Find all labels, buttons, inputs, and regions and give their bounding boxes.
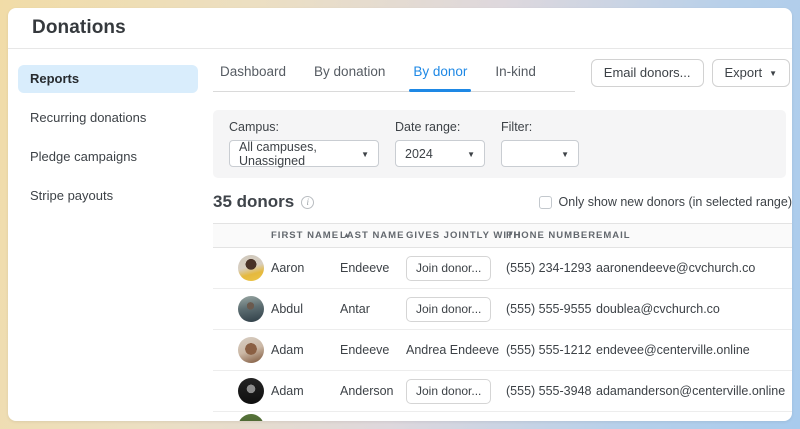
- table-row: Adam Anderson Join donor... (555) 555-39…: [213, 371, 792, 412]
- date-range-label: Date range:: [395, 120, 461, 134]
- table-row: Adam Endeeve Andrea Endeeve (555) 555-12…: [213, 330, 792, 371]
- email-cell: endevee@centerville.online: [596, 343, 750, 357]
- sidebar-item-reports[interactable]: Reports: [18, 65, 198, 93]
- header-last-name[interactable]: Last name: [340, 230, 406, 241]
- email-donors-button[interactable]: Email donors...: [590, 59, 704, 87]
- donor-count: 35 donors: [213, 192, 295, 211]
- tab-by-donation[interactable]: By donation: [312, 57, 387, 91]
- email-cell: aaronendeeve@cvchurch.co: [596, 261, 756, 275]
- sidebar-item-stripe-payouts[interactable]: Stripe payouts: [18, 182, 198, 210]
- campus-select[interactable]: All campuses, Unassigned ▼: [229, 139, 379, 168]
- header-gives-jointly-with[interactable]: Gives jointly with: [406, 230, 521, 241]
- phone-cell: (555) 555-9555: [506, 302, 592, 316]
- filter-select[interactable]: ▼: [501, 140, 579, 167]
- table-row: Abdul Antar Join donor... (555) 555-9555…: [213, 289, 792, 330]
- tab-bar: Dashboard By donation By donor In-kind: [213, 57, 575, 92]
- avatar[interactable]: [238, 337, 264, 363]
- phone-cell: (555) 555-1212: [506, 343, 592, 357]
- page-background: Donations Reports Recurring donations Pl…: [0, 0, 800, 429]
- first-name-cell: Aaron: [271, 261, 305, 275]
- campus-select-value: All campuses, Unassigned: [239, 139, 317, 168]
- filter-bar: Campus: All campuses, Unassigned ▼ Date …: [213, 110, 786, 178]
- date-range-select[interactable]: 2024 ▼: [395, 140, 485, 167]
- only-new-donors-label[interactable]: Only show new donors (in selected range): [538, 195, 792, 209]
- info-icon[interactable]: i: [301, 195, 315, 209]
- header-phone-number[interactable]: Phone number: [506, 230, 596, 241]
- card-body: Reports Recurring donations Pledge campa…: [8, 49, 792, 421]
- last-name-cell: Endeeve: [340, 343, 390, 357]
- joint-donor-link[interactable]: Andrea Endeeve: [406, 343, 500, 357]
- only-new-donors-checkbox[interactable]: [538, 195, 552, 209]
- last-name-cell: Endeeve: [340, 261, 390, 275]
- chevron-down-icon: ▼: [361, 150, 369, 159]
- phone-cell: (555) 234-1293: [506, 261, 592, 275]
- date-range-select-value: 2024: [405, 146, 433, 161]
- header-email[interactable]: Email: [596, 230, 792, 241]
- only-new-donors-text: Only show new donors (in selected range): [558, 195, 792, 209]
- summary-row: 35 donors i Only show new donors (in sel…: [213, 192, 792, 212]
- toolbar: Email donors... Export ▼: [590, 57, 792, 92]
- card-header: Donations: [8, 8, 792, 49]
- sidebar-item-pledge-campaigns[interactable]: Pledge campaigns: [18, 143, 198, 171]
- join-donor-button[interactable]: Join donor...: [406, 255, 492, 281]
- header-first-name[interactable]: First name ▲: [271, 230, 350, 241]
- page-title: Donations: [32, 17, 126, 38]
- chevron-down-icon: ▼: [769, 69, 777, 78]
- date-range-filter-group: Date range: 2024 ▼: [395, 120, 485, 167]
- filter-filter-group: Filter: ▼: [501, 120, 579, 167]
- sidebar: Reports Recurring donations Pledge campa…: [8, 49, 205, 421]
- avatar[interactable]: [238, 414, 264, 421]
- avatar[interactable]: [238, 378, 264, 404]
- main-content: Dashboard By donation By donor In-kind E…: [205, 49, 792, 421]
- tabs-row: Dashboard By donation By donor In-kind E…: [213, 57, 792, 92]
- export-label: Export: [724, 65, 763, 80]
- first-name-cell: Abdul: [271, 302, 303, 316]
- donors-table: First name ▲ Last name Gives jointly wit…: [213, 223, 792, 421]
- email-donors-label: Email donors...: [603, 65, 691, 80]
- filter-label: Filter:: [501, 120, 533, 134]
- table-row: Aaron Endeeve Join donor... (555) 234-12…: [213, 248, 792, 289]
- last-name-cell: Antar: [340, 302, 370, 316]
- export-button[interactable]: Export ▼: [711, 59, 790, 87]
- join-donor-button[interactable]: Join donor...: [406, 296, 492, 322]
- sidebar-item-recurring-donations[interactable]: Recurring donations: [18, 104, 198, 132]
- donations-card: Donations Reports Recurring donations Pl…: [8, 8, 792, 421]
- email-cell: doublea@cvchurch.co: [596, 302, 720, 316]
- chevron-down-icon: ▼: [467, 150, 475, 159]
- first-name-cell: Adam: [271, 384, 304, 398]
- phone-cell: (555) 555-3948: [506, 384, 592, 398]
- tab-in-kind[interactable]: In-kind: [493, 57, 538, 91]
- first-name-cell: Adam: [271, 343, 304, 357]
- avatar[interactable]: [238, 255, 264, 281]
- last-name-cell: Anderson: [340, 384, 394, 398]
- email-cell: adamanderson@centerville.online: [596, 384, 786, 398]
- campus-filter-group: Campus: All campuses, Unassigned ▼: [229, 120, 379, 168]
- tab-dashboard[interactable]: Dashboard: [218, 57, 288, 91]
- avatar[interactable]: [238, 296, 264, 322]
- chevron-down-icon: ▼: [561, 150, 569, 159]
- campus-label: Campus:: [229, 120, 280, 134]
- table-header-row: First name ▲ Last name Gives jointly wit…: [213, 224, 792, 248]
- join-donor-button[interactable]: Join donor...: [406, 378, 492, 404]
- table-row: [213, 412, 792, 421]
- tab-by-donor[interactable]: By donor: [409, 57, 472, 92]
